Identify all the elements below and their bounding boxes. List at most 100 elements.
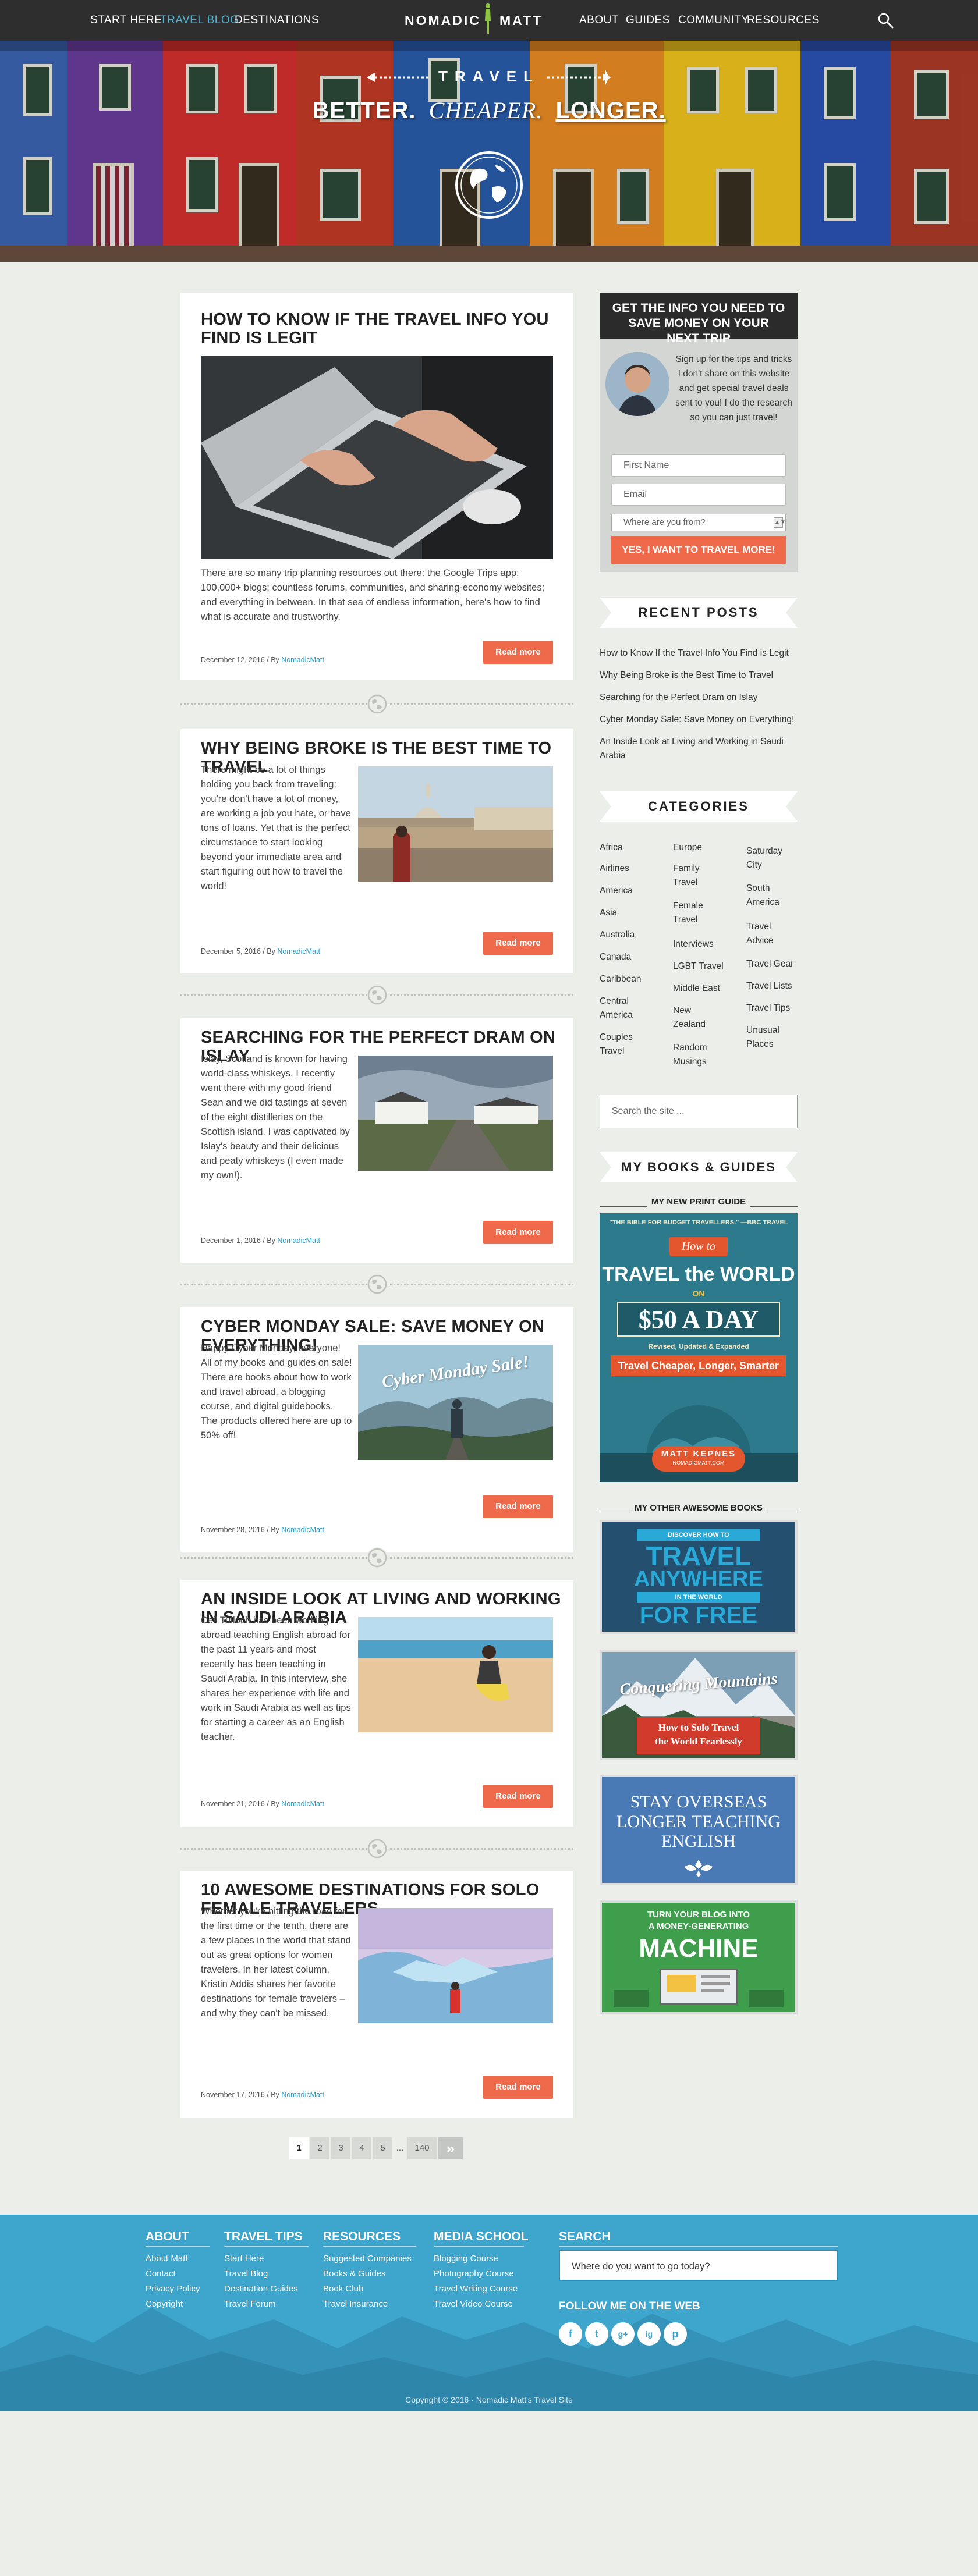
category-link[interactable]: Asia <box>600 906 664 920</box>
post-image-rome[interactable] <box>358 766 553 882</box>
recent-post-link[interactable]: An Inside Look at Living and Working in … <box>600 735 798 763</box>
category-link[interactable]: Random Musings <box>673 1041 714 1069</box>
category-link[interactable]: Travel Gear <box>746 957 799 971</box>
page-4[interactable]: 4 <box>352 2137 371 2159</box>
footer-link[interactable]: Photography Course <box>434 2269 514 2279</box>
category-link[interactable]: South America <box>746 882 793 909</box>
category-link[interactable]: Interviews <box>673 937 737 951</box>
nav-about[interactable]: About <box>579 0 619 41</box>
nav-guides[interactable]: Guides <box>626 0 670 41</box>
footer-link[interactable]: Suggested Companies <box>323 2254 412 2264</box>
book-cover-travel-world-50-a-day[interactable]: "THE BIBLE FOR BUDGET TRAVELLERS." —BBC … <box>600 1213 798 1482</box>
post-image-saudi[interactable] <box>358 1617 553 1732</box>
recent-post-link[interactable]: Why Being Broke is the Best Time to Trav… <box>600 669 798 683</box>
footer-link[interactable]: Travel Forum <box>224 2299 276 2309</box>
book-cover-travel-anywhere-free[interactable]: DISCOVER HOW TO TRAVEL ANYWHERE IN THE W… <box>600 1520 798 1634</box>
post-author-link[interactable]: NomadicMatt <box>281 1526 324 1534</box>
category-link[interactable]: Travel Lists <box>746 979 799 993</box>
nav-resources[interactable]: Resources <box>747 0 820 41</box>
post-author-link[interactable]: NomadicMatt <box>277 1237 320 1245</box>
subscribe-button[interactable]: YES, I WANT TO TRAVEL MORE! <box>611 536 786 564</box>
page-1[interactable]: 1 <box>289 2137 309 2159</box>
recent-post-link[interactable]: How to Know If the Travel Info You Find … <box>600 646 798 660</box>
search-icon[interactable] <box>877 12 894 29</box>
category-link[interactable]: Africa <box>600 841 664 855</box>
footer-link[interactable]: Travel Writing Course <box>434 2284 518 2294</box>
email-field[interactable]: Email <box>611 484 786 506</box>
read-more-button[interactable]: Read more <box>483 641 553 664</box>
category-link[interactable]: Australia <box>600 928 664 942</box>
nav-destinations[interactable]: Destinations <box>235 0 319 41</box>
category-link[interactable]: Airlines <box>600 862 664 876</box>
post-image-iceland[interactable] <box>358 1908 553 2023</box>
category-link[interactable]: Unusual Places <box>746 1024 793 1051</box>
category-link[interactable]: Central America <box>600 994 640 1022</box>
nav-start-here[interactable]: Start Here <box>90 0 162 41</box>
footer-link[interactable]: Travel Blog <box>224 2269 268 2279</box>
post-image-islay[interactable] <box>358 1056 553 1171</box>
page-3[interactable]: 3 <box>331 2137 350 2159</box>
post-divider <box>180 692 573 716</box>
read-more-button[interactable]: Read more <box>483 932 553 955</box>
post-author-link[interactable]: NomadicMatt <box>281 1800 324 1808</box>
category-link[interactable]: Travel Advice <box>746 920 793 948</box>
post-title[interactable]: HOW TO KNOW IF THE TRAVEL INFO YOU FIND … <box>201 310 562 347</box>
instagram-icon[interactable]: ig <box>637 2322 661 2346</box>
footer-link[interactable]: Privacy Policy <box>146 2284 200 2294</box>
footer-link[interactable]: Copyright <box>146 2299 183 2309</box>
books-heading: MY BOOKS & GUIDES <box>621 1160 776 1174</box>
book-cover-blog-money-machine[interactable]: TURN YOUR BLOG INTO A MONEY-GENERATING M… <box>600 1900 798 2014</box>
twitter-icon[interactable]: t <box>585 2322 608 2346</box>
footer-link[interactable]: Books & Guides <box>323 2269 386 2279</box>
pinterest-icon[interactable]: p <box>664 2322 687 2346</box>
post-author-link[interactable]: NomadicMatt <box>277 947 320 955</box>
post-image-laptop[interactable] <box>201 356 553 559</box>
sidebar-search-input[interactable]: Search the site ... <box>600 1095 798 1128</box>
read-more-button[interactable]: Read more <box>483 1221 553 1244</box>
category-link[interactable]: New Zealand <box>673 1004 714 1032</box>
category-link[interactable]: America <box>600 884 664 898</box>
country-select[interactable]: Where are you from? ▲▼ <box>611 514 786 531</box>
first-name-field[interactable]: First Name <box>611 454 786 477</box>
read-more-button[interactable]: Read more <box>483 2076 553 2099</box>
book-site: NOMADICMATT.COM <box>672 1460 725 1466</box>
category-link[interactable]: Middle East <box>673 982 737 996</box>
footer-link[interactable]: Book Club <box>323 2284 363 2294</box>
site-logo[interactable]: NOMADIC MATT <box>405 0 550 41</box>
category-link[interactable]: Female Travel <box>673 899 714 927</box>
footer-search-input[interactable]: Where do you want to go today? <box>559 2250 838 2281</box>
category-link[interactable]: Travel Tips <box>746 1001 799 1015</box>
footer-link[interactable]: Start Here <box>224 2254 264 2264</box>
recent-post-link[interactable]: Searching for the Perfect Dram on Islay <box>600 691 798 705</box>
category-link[interactable]: LGBT Travel <box>673 960 737 973</box>
page-2[interactable]: 2 <box>310 2137 329 2159</box>
book-cover-teaching-english[interactable]: STAY OVERSEAS LONGER TEACHING ENGLISH <box>600 1775 798 1885</box>
category-link[interactable]: Canada <box>600 950 664 964</box>
page-140[interactable]: 140 <box>408 2137 437 2159</box>
next-page-button[interactable]: » <box>438 2137 463 2159</box>
page-5[interactable]: 5 <box>373 2137 392 2159</box>
facebook-icon[interactable]: f <box>559 2322 582 2346</box>
nav-community[interactable]: Community <box>678 0 749 41</box>
footer-link[interactable]: Travel Insurance <box>323 2299 388 2309</box>
post-author-link[interactable]: NomadicMatt <box>281 2091 324 2099</box>
post-author-link[interactable]: NomadicMatt <box>281 656 324 664</box>
footer-link[interactable]: Destination Guides <box>224 2284 298 2294</box>
category-link[interactable]: Saturday City <box>746 844 793 872</box>
nav-travel-blog[interactable]: Travel Blog <box>160 0 239 41</box>
category-link[interactable]: Couples Travel <box>600 1031 640 1058</box>
category-link[interactable]: Family Travel <box>673 862 714 890</box>
recent-post-link[interactable]: Cyber Monday Sale: Save Money on Everyth… <box>600 713 798 727</box>
divider <box>559 2246 838 2247</box>
book-cover-conquering-mountains[interactable]: Conquering Mountains How to Solo Travel … <box>600 1650 798 1760</box>
footer-link[interactable]: Travel Video Course <box>434 2299 513 2309</box>
footer-link[interactable]: Contact <box>146 2269 176 2279</box>
category-link[interactable]: Europe <box>673 841 737 855</box>
footer-link[interactable]: About Matt <box>146 2254 188 2264</box>
category-link[interactable]: Caribbean <box>600 972 664 986</box>
footer-link[interactable]: Blogging Course <box>434 2254 498 2264</box>
google-plus-icon[interactable]: g+ <box>611 2322 635 2346</box>
read-more-button[interactable]: Read more <box>483 1785 553 1808</box>
post-image-cyber-monday[interactable]: Cyber Monday Sale! <box>358 1345 553 1460</box>
read-more-button[interactable]: Read more <box>483 1495 553 1518</box>
